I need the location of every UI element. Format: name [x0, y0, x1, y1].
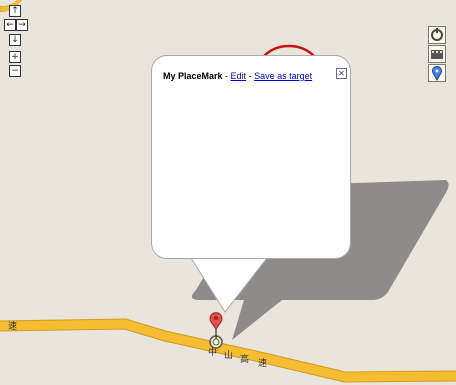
pan-up-button[interactable]: ↑ — [9, 5, 21, 17]
road-label: 速 — [8, 321, 18, 331]
placemark-icon — [432, 66, 442, 81]
pan-right-button[interactable]: → — [16, 19, 28, 31]
separator: - — [222, 71, 231, 81]
zoom-in-button[interactable]: + — [9, 51, 21, 63]
info-window: My PlaceMark - Edit - Save as target ✕ — [151, 55, 351, 259]
zoom-out-button[interactable]: − — [9, 65, 21, 77]
road-label: 中 — [208, 347, 218, 357]
pan-down-button[interactable]: ↓ — [9, 34, 21, 46]
camera-button[interactable] — [428, 45, 446, 63]
rotate-icon — [431, 28, 443, 41]
save-as-target-link[interactable]: Save as target — [254, 71, 312, 81]
placemark-button[interactable] — [428, 64, 446, 82]
map-canvas[interactable]: 速 中 山 高 速 ↑ ← → ↓ + − My PlaceMark - Edi… — [0, 0, 456, 385]
film-icon — [431, 50, 443, 59]
separator: - — [246, 71, 255, 81]
pan-left-button[interactable]: ← — [4, 19, 16, 31]
info-window-header: My PlaceMark - Edit - Save as target — [163, 71, 312, 81]
placemark-marker — [209, 312, 223, 349]
road-label: 速 — [258, 358, 268, 368]
rotate-button[interactable] — [428, 26, 446, 44]
placemark-title: My PlaceMark — [163, 71, 223, 81]
close-icon[interactable]: ✕ — [336, 68, 347, 79]
road-label: 山 — [224, 350, 234, 360]
road-label: 高 — [240, 354, 250, 364]
edit-link[interactable]: Edit — [231, 71, 247, 81]
